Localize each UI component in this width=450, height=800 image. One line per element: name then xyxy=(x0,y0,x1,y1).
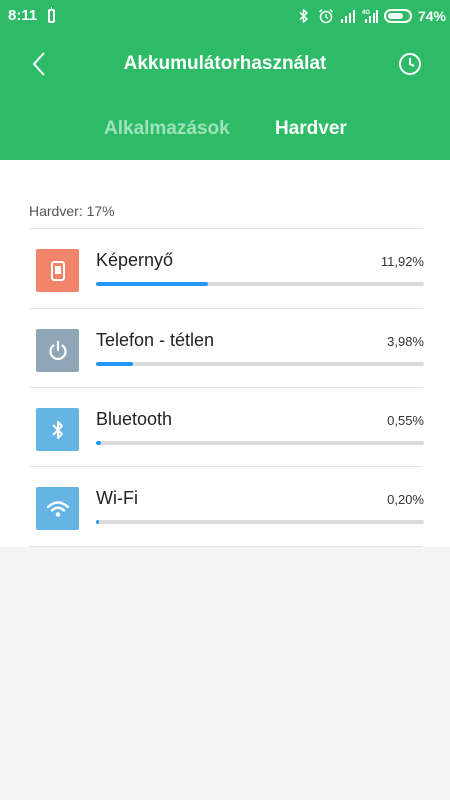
status-time: 8:11 xyxy=(8,7,38,24)
divider xyxy=(29,546,423,547)
svg-text:4G: 4G xyxy=(362,10,370,16)
tab-apps[interactable]: Alkalmazások xyxy=(104,118,230,140)
item-icon xyxy=(36,329,79,372)
clock-icon xyxy=(399,53,421,75)
item-percent: 0,20% xyxy=(387,492,424,507)
item-name: Képernyő xyxy=(96,250,174,270)
item-name: Telefon - tétlen xyxy=(96,330,215,350)
usage-bar-fill xyxy=(96,282,208,286)
hardware-list: Hardver: 17% Képernyő 11,92% Telefon - t… xyxy=(0,160,450,547)
list-item[interactable]: Telefon - tétlen 3,98% xyxy=(0,309,450,388)
item-percent: 3,98% xyxy=(387,334,424,349)
status-bar: 8:11 4G 74% xyxy=(0,0,450,32)
status-icons: 4G 74% xyxy=(296,6,446,26)
list-item[interactable]: Bluetooth 0,55% xyxy=(0,388,450,467)
alarm-icon xyxy=(318,8,333,24)
app-bar: Akkumulátorhasználat xyxy=(0,32,450,96)
list-item[interactable]: Képernyő 11,92% xyxy=(0,229,450,308)
usage-bar-fill xyxy=(96,362,134,366)
item-percent: 11,92% xyxy=(380,254,424,269)
battery-percent: 74% xyxy=(417,8,446,24)
item-icon xyxy=(36,408,79,451)
battery-level xyxy=(387,13,403,19)
4g-signal-icon: 4G xyxy=(362,10,378,23)
usage-bar xyxy=(96,282,424,286)
item-icon xyxy=(36,487,79,530)
tab-bar: Alkalmazások Hardver xyxy=(0,108,450,148)
usage-bar-fill xyxy=(96,520,100,524)
power-icon xyxy=(48,340,67,360)
page-title: Akkumulátorhasználat xyxy=(123,53,327,74)
screen-icon xyxy=(50,260,65,281)
bluetooth-icon xyxy=(51,420,63,439)
bluetooth-icon xyxy=(299,9,308,23)
battery-icon xyxy=(383,9,412,23)
usage-bar xyxy=(96,362,424,366)
item-name: Bluetooth xyxy=(96,409,173,429)
item-percent: 0,55% xyxy=(387,413,424,428)
tab-hardware[interactable]: Hardver xyxy=(275,118,347,140)
section-label: Hardver: 17% xyxy=(29,203,115,219)
list-item[interactable]: Wi-Fi 0,20% xyxy=(0,467,450,546)
usage-bar xyxy=(96,441,424,445)
item-name: Wi-Fi xyxy=(96,488,138,508)
signal-icon xyxy=(340,10,355,23)
history-button[interactable] xyxy=(394,48,426,80)
usage-bar-fill xyxy=(96,441,102,445)
wifi-icon xyxy=(46,500,69,517)
battery-saver-icon xyxy=(48,7,55,23)
item-icon xyxy=(36,249,79,292)
usage-bar xyxy=(96,520,424,524)
